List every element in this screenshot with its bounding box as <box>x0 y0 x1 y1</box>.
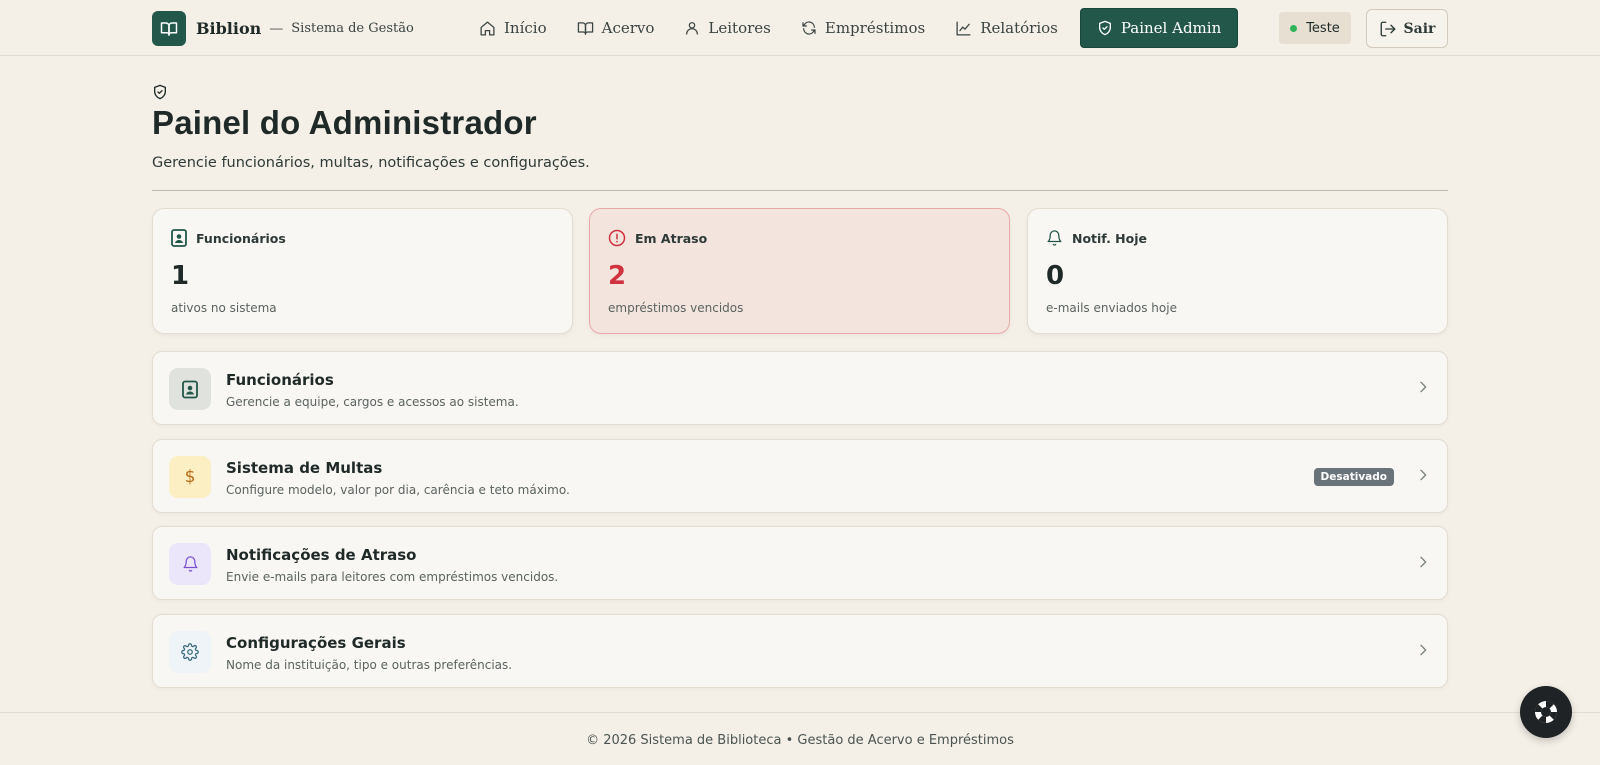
stat-card-em-atraso: Em Atraso 2 empréstimos vencidos <box>589 208 1010 334</box>
stat-card-notif-hoje: Notif. Hoje 0 e-mails enviados hoje <box>1027 208 1448 334</box>
id-badge-icon <box>171 229 187 247</box>
section-description: Envie e-mails para leitores com emprésti… <box>226 570 559 584</box>
nav-item-relatorios[interactable]: Relatórios <box>947 8 1066 48</box>
nav-item-painel-admin[interactable]: Painel Admin <box>1079 8 1239 48</box>
stat-value: 0 <box>1046 261 1065 291</box>
nav-item-label: Acervo <box>601 19 655 37</box>
lifebuoy-icon <box>1534 700 1558 724</box>
chevron-right-icon <box>1420 556 1427 568</box>
bell-icon <box>1047 230 1062 246</box>
chevron-right-icon <box>1420 644 1427 656</box>
home-icon <box>480 20 495 36</box>
dollar-icon: $ <box>169 456 211 498</box>
section-title: Sistema de Multas <box>226 459 383 477</box>
gear-icon <box>169 631 211 673</box>
stat-description: empréstimos vencidos <box>608 301 744 315</box>
section-description: Gerencie a equipe, cargos e acessos ao s… <box>226 395 519 409</box>
user-badge[interactable]: Teste <box>1279 12 1351 44</box>
section-description: Configure modelo, valor por dia, carênci… <box>226 483 570 497</box>
nav-item-label: Leitores <box>708 19 771 37</box>
section-description: Nome da instituição, tipo e outras prefe… <box>226 658 513 672</box>
nav-item-label: Painel Admin <box>1120 19 1222 37</box>
stat-value: 1 <box>171 261 190 291</box>
logout-button[interactable]: Sair <box>1366 9 1448 48</box>
stat-card-funcionarios: Funcionários 1 ativos no sistema <box>152 208 573 334</box>
nav-item-acervo[interactable]: Acervo <box>569 8 663 48</box>
stat-description: ativos no sistema <box>171 301 277 315</box>
nav-item-label: Relatórios <box>980 19 1058 37</box>
section-title: Configurações Gerais <box>226 634 406 652</box>
book-icon <box>577 21 593 35</box>
refresh-icon <box>802 21 816 35</box>
shield-check-icon <box>1098 20 1111 36</box>
stat-label: Funcionários <box>196 230 286 246</box>
shield-check-icon <box>152 84 168 105</box>
book-open-icon <box>152 11 186 46</box>
nav-item-emprestimos[interactable]: Empréstimos <box>793 8 933 48</box>
divider <box>152 190 1448 191</box>
brand-subtitle: Sistema de Gestão <box>291 21 414 36</box>
id-badge-icon <box>169 368 211 410</box>
page-title: Painel do Administrador <box>152 104 537 141</box>
help-button[interactable] <box>1520 686 1572 738</box>
status-badge: Desativado <box>1313 468 1394 486</box>
alert-circle-icon <box>608 229 626 247</box>
stat-label: Notif. Hoje <box>1072 230 1147 246</box>
footer-divider <box>0 712 1600 713</box>
stat-description: e-mails enviados hoje <box>1046 301 1177 315</box>
stat-value: 2 <box>608 261 627 291</box>
section-title: Notificações de Atraso <box>226 546 417 564</box>
logout-icon <box>1380 21 1395 36</box>
stat-label: Em Atraso <box>635 230 708 246</box>
nav-item-label: Início <box>504 19 547 37</box>
section-configuracoes-gerais[interactable]: Configurações Gerais Nome da instituição… <box>152 614 1448 688</box>
logout-label: Sair <box>1403 20 1436 37</box>
section-title: Funcionários <box>226 371 334 389</box>
online-status-dot <box>1290 24 1298 32</box>
nav-item-label: Empréstimos <box>824 19 926 37</box>
section-funcionarios[interactable]: Funcionários Gerencie a equipe, cargos e… <box>152 351 1448 425</box>
main-nav: Início Acervo Leitores Empréstimos Relat… <box>471 8 1239 48</box>
page-subtitle: Gerencie funcionários, multas, notificaç… <box>152 155 590 171</box>
chevron-right-icon <box>1420 469 1427 481</box>
brand-separator: — <box>269 20 284 37</box>
section-notificacoes-de-atraso[interactable]: Notificações de Atraso Envie e-mails par… <box>152 526 1448 600</box>
chevron-right-icon <box>1420 381 1427 393</box>
nav-item-leitores[interactable]: Leitores <box>676 8 778 48</box>
chart-line-icon <box>956 20 971 36</box>
bell-icon <box>169 543 211 585</box>
user-name: Teste <box>1306 20 1340 36</box>
brand[interactable]: Biblion — Sistema de Gestão <box>152 11 414 46</box>
brand-name: Biblion <box>196 19 262 38</box>
user-icon <box>686 22 699 35</box>
footer-text: © 2026 Sistema de Biblioteca • Gestão de… <box>586 733 1014 748</box>
section-sistema-de-multas[interactable]: $ Sistema de Multas Configure modelo, va… <box>152 439 1448 513</box>
nav-item-inicio[interactable]: Início <box>471 8 555 48</box>
top-navigation-bar: Biblion — Sistema de Gestão Início Acerv… <box>0 0 1600 56</box>
